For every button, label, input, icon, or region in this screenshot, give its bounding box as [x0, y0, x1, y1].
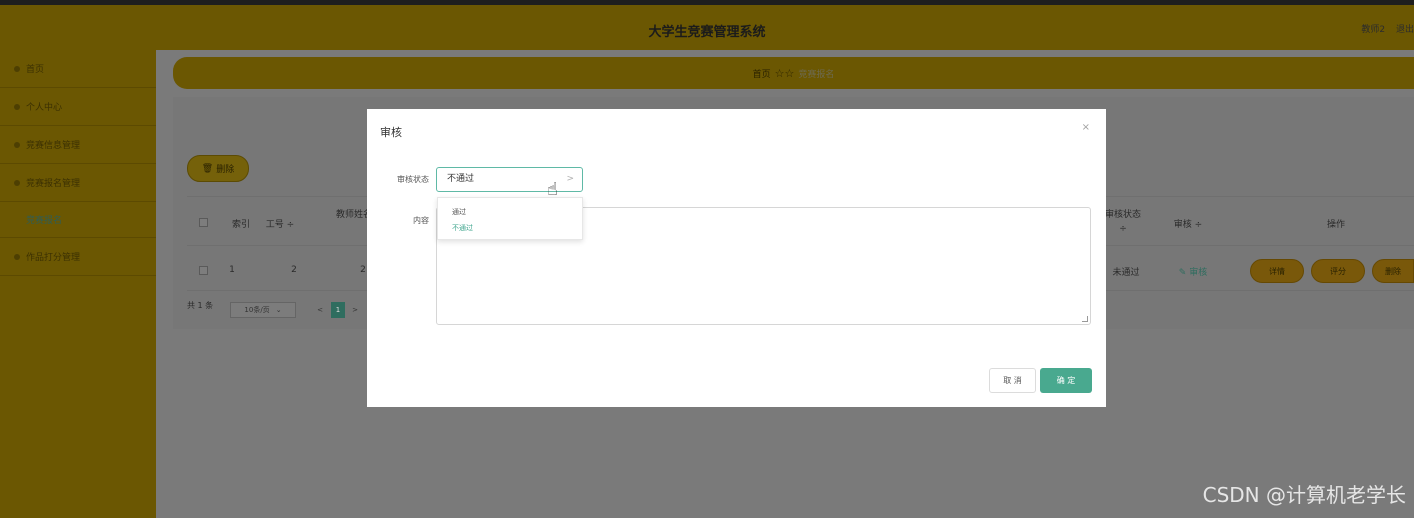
score-button-label: 评分: [1330, 266, 1346, 276]
trash-icon: 🗑: [201, 163, 214, 174]
user-name: 教师2: [1361, 25, 1386, 35]
row-delete-button-label: 删除: [1385, 266, 1401, 276]
select-all-checkbox[interactable]: [199, 218, 208, 227]
sidebar-item-label: 竞赛信息管理: [26, 141, 81, 151]
home-icon: [14, 65, 20, 72]
app-title: 大学生竞赛管理系统: [648, 25, 766, 40]
content-label: 内容: [413, 216, 429, 225]
col-header-index: 索引: [231, 220, 250, 230]
col-header-ops: 操作: [1326, 220, 1345, 230]
breadcrumb-home[interactable]: 首页: [753, 67, 771, 80]
star-icon: ☆☆: [774, 66, 795, 80]
delete-button-label: 删除: [216, 165, 235, 175]
pagination-total: 共 1 条: [187, 301, 214, 310]
sidebar-item-profile[interactable]: 个人中心: [0, 88, 156, 126]
review-status-label: 审核状态: [397, 175, 429, 184]
user-area: 教师2 退出: [1353, 22, 1414, 35]
cell-job-no: 2: [291, 265, 297, 275]
logout-link[interactable]: 退出: [1396, 25, 1414, 35]
breadcrumb: 首页 ☆☆ 竞赛报名: [173, 57, 1414, 89]
col-header-job-no[interactable]: 工号 ÷: [260, 217, 300, 230]
review-dialog: 审核 × 审核状态 不通过 > 内容 通过 不通过 ☝ 取 消 确 定: [367, 109, 1106, 407]
next-page-button[interactable]: >: [348, 302, 362, 318]
option-pass[interactable]: 通过: [452, 207, 466, 217]
review-link-label: 审核: [1189, 268, 1208, 278]
sidebar-item-label: 个人中心: [26, 103, 63, 113]
detail-button-label: 详情: [1269, 266, 1285, 276]
review-link[interactable]: ✎ 审核: [1168, 265, 1218, 278]
page-size-select[interactable]: 10条/页 ⌄: [230, 302, 296, 318]
delete-button[interactable]: 🗑 删除: [187, 155, 249, 182]
option-fail[interactable]: 不通过: [452, 223, 473, 233]
sidebar-item-home[interactable]: 首页: [0, 50, 156, 88]
resize-handle-icon[interactable]: [1082, 316, 1088, 322]
chevron-down-icon: ⌄: [275, 306, 282, 314]
row-delete-button[interactable]: 删除: [1372, 259, 1414, 283]
sidebar: 首页 个人中心 竞赛信息管理 竞赛报名管理 竞赛报名 作品打分管理: [0, 50, 156, 518]
cell-review-status: 未通过: [1112, 268, 1140, 278]
dialog-title: 审核: [380, 126, 402, 139]
menu-icon: [14, 179, 20, 186]
prev-page-button[interactable]: <: [313, 302, 327, 318]
row-checkbox[interactable]: [199, 266, 208, 275]
confirm-button[interactable]: 确 定: [1040, 368, 1092, 393]
menu-icon: [14, 253, 20, 260]
cell-index: 1: [229, 265, 235, 275]
score-button[interactable]: 评分: [1311, 259, 1365, 283]
sidebar-item-label: 作品打分管理: [26, 253, 81, 263]
sidebar-item-label: 竞赛报名管理: [26, 179, 81, 189]
sidebar-subitem-registration[interactable]: 竞赛报名: [0, 202, 156, 238]
chevron-right-icon: >: [566, 174, 574, 184]
page-number-current[interactable]: 1: [331, 302, 345, 318]
hand-cursor-icon: ☝: [547, 179, 558, 200]
col-header-review[interactable]: 审核 ÷: [1168, 217, 1208, 230]
status-dropdown: 通过 不通过: [437, 197, 583, 240]
sidebar-item-label: 竞赛报名: [26, 216, 63, 226]
close-icon[interactable]: ×: [1082, 122, 1090, 133]
page-size-value: 10条/页: [244, 306, 270, 314]
review-status-select[interactable]: 不通过 >: [436, 167, 583, 192]
breadcrumb-current: 竞赛报名: [798, 69, 835, 80]
review-status-value: 不通过: [447, 174, 475, 184]
sidebar-item-label: 首页: [26, 65, 45, 75]
sidebar-item-competition-info[interactable]: 竞赛信息管理: [0, 126, 156, 164]
user-icon: [14, 103, 20, 110]
col-header-teacher[interactable]: 教师姓名 ÷: [336, 207, 370, 220]
col-header-review-status: 审核状态: [1104, 210, 1141, 220]
edit-icon: ✎: [1178, 268, 1190, 278]
top-header: 大学生竞赛管理系统 教师2 退出: [0, 0, 1414, 50]
col-header-review-status-sort[interactable]: ÷: [1100, 224, 1146, 234]
sidebar-item-registration-mgmt[interactable]: 竞赛报名管理: [0, 164, 156, 202]
menu-icon: [14, 141, 20, 148]
cancel-button[interactable]: 取 消: [989, 368, 1036, 393]
detail-button[interactable]: 详情: [1250, 259, 1304, 283]
sidebar-item-scoring-mgmt[interactable]: 作品打分管理: [0, 238, 156, 276]
watermark: CSDN @计算机老学长: [1202, 483, 1406, 507]
